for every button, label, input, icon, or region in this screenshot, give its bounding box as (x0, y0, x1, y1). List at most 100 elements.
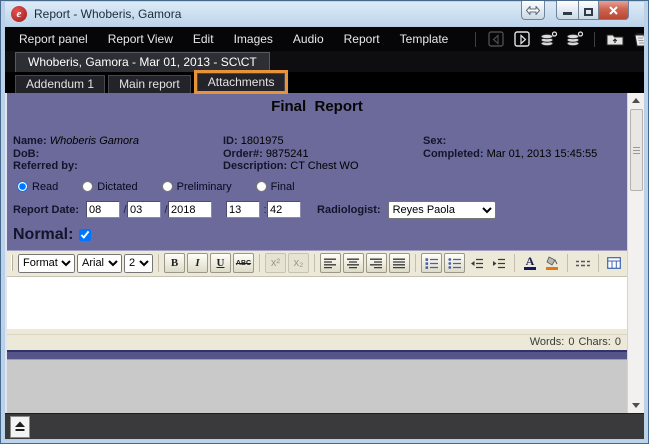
toolbar-separator (594, 32, 595, 47)
editor-separator (598, 254, 599, 272)
app-body: Report panel Report View Edit Images Aud… (5, 27, 644, 439)
vertical-scrollbar[interactable] (627, 93, 644, 413)
id-value: 1801975 (241, 135, 284, 147)
name-value: Whoberis Gamora (50, 135, 139, 147)
referred-by-label: Referred by: (13, 160, 78, 172)
minimize-icon (563, 12, 572, 15)
scrollbar-thumb[interactable] (630, 109, 643, 191)
report-date-year-input[interactable] (168, 201, 212, 218)
normal-checkbox[interactable] (79, 229, 91, 241)
order-value: 9875241 (266, 148, 309, 160)
superscript-button[interactable]: x² (265, 253, 286, 273)
unordered-list-icon (448, 258, 462, 269)
toolbar-grip-icon[interactable] (11, 255, 13, 271)
font-family-select[interactable]: Arial (77, 254, 122, 273)
tab-attachments[interactable]: Attachments (197, 73, 286, 91)
indent-button[interactable] (489, 253, 509, 273)
editor-separator (415, 254, 416, 272)
insert-table-icon (607, 257, 621, 269)
outdent-button[interactable] (467, 253, 487, 273)
editor-separator (314, 254, 315, 272)
stack-alt-button[interactable] (563, 30, 585, 49)
ordered-list-button[interactable] (421, 253, 442, 273)
highlight-icon (545, 256, 559, 270)
align-left-icon (324, 258, 337, 269)
maximize-button[interactable] (578, 1, 598, 20)
report-title: Final Report (7, 98, 627, 115)
dob-label: DoB: (13, 148, 39, 160)
report-time-hour-input[interactable] (226, 201, 260, 218)
collapse-panel-button[interactable] (10, 416, 30, 438)
back-button[interactable] (485, 30, 507, 49)
editor-separator (158, 254, 159, 272)
folder-button[interactable] (604, 30, 626, 49)
highlight-color-button[interactable] (542, 253, 562, 273)
scroll-up-button[interactable] (628, 93, 645, 108)
scroll-up-icon (632, 98, 640, 103)
words-count: 0 (568, 336, 574, 348)
align-right-button[interactable] (366, 253, 387, 273)
report-date-row: Report Date: / / : Radiologist: Reyes Pa… (13, 201, 627, 219)
erad-app-icon: e (11, 6, 27, 22)
close-button[interactable] (598, 1, 629, 20)
outdent-icon (470, 258, 484, 269)
bold-button[interactable]: B (164, 253, 185, 273)
title-bar: e Report - Whoberis, Gamora (5, 2, 644, 26)
patient-info: Name: Whoberis Gamora DoB: Referred by: … (13, 135, 623, 173)
minimize-button[interactable] (556, 1, 578, 20)
menu-audio[interactable]: Audio (293, 32, 324, 46)
dictated-radio[interactable] (82, 181, 93, 192)
tab-addendum-1[interactable]: Addendum 1 (15, 75, 105, 93)
preliminary-radio[interactable] (162, 181, 173, 192)
name-label: Name: (13, 135, 47, 147)
menu-images[interactable]: Images (234, 32, 273, 46)
stack-button[interactable] (537, 30, 559, 49)
addendum-panel (7, 359, 627, 414)
editor-separator (514, 254, 515, 272)
report-text-area[interactable] (7, 276, 627, 329)
report-tab-row: Addendum 1 Main report Attachments (5, 72, 644, 93)
menu-report[interactable]: Report (344, 32, 380, 46)
subscript-button[interactable]: x₂ (288, 253, 309, 273)
strikethrough-button[interactable]: ABC (233, 253, 254, 273)
completed-label: Completed: (423, 148, 484, 160)
font-color-icon: A (524, 256, 537, 270)
font-size-select[interactable]: 2 (124, 254, 153, 273)
documents-button[interactable] (630, 30, 644, 49)
restore-layout-button[interactable] (521, 1, 545, 20)
normal-row: Normal: (13, 226, 627, 244)
align-left-button[interactable] (320, 253, 341, 273)
chars-label: Chars: (578, 336, 610, 348)
menu-template[interactable]: Template (400, 32, 449, 46)
scroll-down-button[interactable] (628, 398, 645, 413)
read-radio[interactable] (17, 181, 28, 192)
horizontal-rule-button[interactable] (573, 253, 593, 273)
final-radio[interactable] (256, 181, 267, 192)
insert-table-button[interactable] (604, 253, 624, 273)
study-tab[interactable]: Whoberis, Gamora - Mar 01, 2013 - SC\CT (15, 52, 270, 72)
report-date-day-input[interactable] (86, 201, 120, 218)
radio-final[interactable]: Final (256, 181, 295, 193)
menu-report-panel[interactable]: Report panel (19, 32, 88, 46)
forward-button[interactable] (511, 30, 533, 49)
unordered-list-button[interactable] (444, 253, 465, 273)
close-icon (609, 6, 618, 15)
editor-separator (259, 254, 260, 272)
radio-preliminary[interactable]: Preliminary (162, 181, 232, 193)
radiologist-select[interactable]: Reyes Paola (388, 201, 496, 219)
report-date-month-input[interactable] (127, 201, 161, 218)
radio-dictated[interactable]: Dictated (82, 181, 137, 193)
align-center-button[interactable] (343, 253, 364, 273)
tab-main-report[interactable]: Main report (108, 75, 191, 93)
menu-edit[interactable]: Edit (193, 32, 214, 46)
menu-report-view[interactable]: Report View (108, 32, 173, 46)
description-label: Description: (223, 160, 287, 172)
report-time-minute-input[interactable] (267, 201, 301, 218)
paragraph-format-select[interactable]: Format (18, 254, 75, 273)
italic-button[interactable]: I (187, 253, 208, 273)
justify-button[interactable] (389, 253, 410, 273)
radio-read[interactable]: Read (17, 181, 58, 193)
section-divider (7, 350, 627, 359)
font-color-button[interactable]: A (520, 253, 540, 273)
underline-button[interactable]: U (210, 253, 231, 273)
